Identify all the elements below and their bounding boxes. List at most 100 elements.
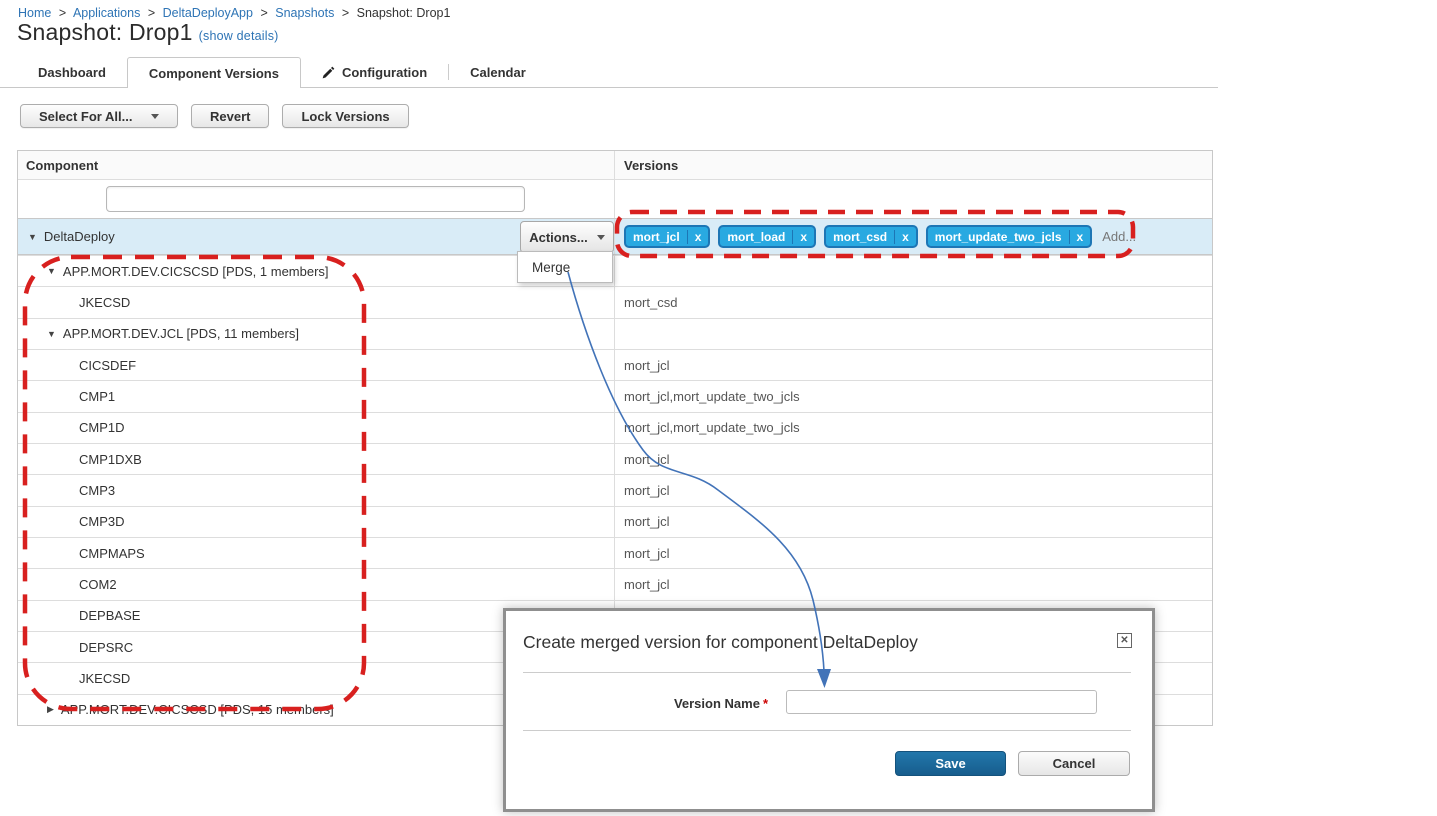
table-row[interactable]: CMP3 mort_jcl — [18, 474, 1212, 505]
table-row[interactable]: CMP3D mort_jcl — [18, 506, 1212, 537]
table-row[interactable]: CMP1DXB mort_jcl — [18, 443, 1212, 474]
table-row[interactable]: CMPMAPS mort_jcl — [18, 537, 1212, 568]
tab-label: Calendar — [470, 65, 526, 80]
collapse-icon[interactable] — [47, 266, 56, 276]
table-header-row: Component Versions — [18, 151, 1212, 179]
version-tag-label: mort_jcl — [626, 230, 687, 244]
chevron-down-icon — [151, 114, 159, 119]
component-label: CICSDEF — [79, 358, 136, 373]
versions-cell: mort_jcl — [614, 444, 1212, 474]
breadcrumb-current: Snapshot: Drop1 — [357, 6, 451, 20]
filter-row — [18, 179, 1212, 218]
versions-cell: mort_jcl,mort_update_two_jcls — [614, 413, 1212, 443]
tab-label: Dashboard — [38, 65, 106, 80]
tab-component-versions[interactable]: Component Versions — [127, 57, 301, 88]
versions-cell — [614, 319, 1212, 349]
component-label: APP.MORT.DEV.JCL [PDS, 11 members] — [63, 326, 299, 341]
version-name-field[interactable] — [786, 690, 1097, 714]
remove-version-icon[interactable]: x — [792, 230, 814, 244]
close-icon[interactable]: ✕ — [1117, 633, 1132, 648]
version-name-label: Version Name* — [523, 696, 768, 711]
versions-cell: mort_jcl — [614, 569, 1212, 599]
tab-calendar[interactable]: Calendar — [448, 57, 547, 87]
table-row-deltadeploy[interactable]: DeltaDeploy Actions... mort_jcl x mort_l… — [18, 218, 1212, 255]
divider — [523, 672, 1131, 673]
version-tag: mort_update_two_jcls x — [926, 225, 1092, 248]
table-row[interactable]: COM2 mort_jcl — [18, 568, 1212, 599]
breadcrumb-separator: > — [260, 6, 267, 20]
actions-label: Actions... — [529, 230, 588, 245]
versions-cell: mort_jcl,mort_update_two_jcls — [614, 381, 1212, 411]
version-tag-label: mort_load — [720, 230, 792, 244]
component-label: JKECSD — [79, 671, 130, 686]
snapshot-page: Home > Applications > DeltaDeployApp > S… — [0, 0, 1437, 816]
component-label: JKECSD — [79, 295, 130, 310]
component-label: APP.MORT.DEV.CICSCSD [PDS, 15 members] — [61, 702, 334, 717]
breadcrumb: Home > Applications > DeltaDeployApp > S… — [18, 6, 450, 20]
show-details-link[interactable]: (show details) — [199, 29, 279, 43]
version-tag: mort_csd x — [824, 225, 918, 248]
lock-versions-button[interactable]: Lock Versions — [282, 104, 408, 128]
lock-versions-label: Lock Versions — [301, 109, 389, 124]
version-tag: mort_load x — [718, 225, 816, 248]
versions-cell: mort_jcl — [614, 350, 1212, 380]
table-row[interactable]: CICSDEF mort_jcl — [18, 349, 1212, 380]
save-label: Save — [935, 756, 965, 771]
actions-button[interactable]: Actions... — [520, 221, 614, 253]
add-version-link[interactable]: Add... — [1102, 229, 1136, 244]
breadcrumb-snapshots[interactable]: Snapshots — [275, 6, 334, 20]
collapse-icon[interactable] — [47, 329, 56, 339]
component-label: CMP1 — [79, 389, 115, 404]
required-asterisk: * — [763, 696, 768, 711]
breadcrumb-home[interactable]: Home — [18, 6, 51, 20]
version-tag-label: mort_csd — [826, 230, 894, 244]
versions-cell: mort_csd — [614, 287, 1212, 317]
page-title: Snapshot: Drop1 (show details) — [17, 19, 279, 46]
table-row[interactable]: APP.MORT.DEV.CICSCSD [PDS, 1 members] — [18, 255, 1212, 286]
menu-item-label: Merge — [532, 260, 570, 275]
remove-version-icon[interactable]: x — [1069, 230, 1091, 244]
expand-icon[interactable] — [47, 704, 54, 715]
create-merged-version-dialog: Create merged version for component Delt… — [503, 608, 1155, 812]
breadcrumb-app[interactable]: DeltaDeployApp — [163, 6, 253, 20]
collapse-icon[interactable] — [28, 232, 37, 242]
component-label: CMP1DXB — [79, 452, 142, 467]
field-label-text: Version Name — [674, 696, 760, 711]
tab-dashboard[interactable]: Dashboard — [17, 57, 127, 87]
pencil-icon — [322, 66, 335, 79]
breadcrumb-applications[interactable]: Applications — [73, 6, 140, 20]
tab-configuration[interactable]: Configuration — [301, 57, 448, 87]
select-for-all-button[interactable]: Select For All... — [20, 104, 178, 128]
save-button[interactable]: Save — [895, 751, 1006, 776]
component-filter-input[interactable] — [106, 186, 525, 212]
table-row[interactable]: CMP1D mort_jcl,mort_update_two_jcls — [18, 412, 1212, 443]
component-label: CMP3 — [79, 483, 115, 498]
versions-cell: mort_jcl — [614, 538, 1212, 568]
table-row[interactable]: JKECSD mort_csd — [18, 286, 1212, 317]
table-row[interactable]: APP.MORT.DEV.JCL [PDS, 11 members] — [18, 318, 1212, 349]
toolbar: Select For All... Revert Lock Versions — [20, 104, 409, 128]
breadcrumb-separator: > — [148, 6, 155, 20]
component-label: APP.MORT.DEV.CICSCSD [PDS, 1 members] — [63, 264, 329, 279]
component-label: DEPBASE — [79, 608, 140, 623]
versions-cell: mort_jcl — [614, 507, 1212, 537]
tab-label: Component Versions — [149, 66, 279, 81]
select-for-all-label: Select For All... — [39, 109, 132, 124]
component-label: DEPSRC — [79, 640, 133, 655]
version-tag-label: mort_update_two_jcls — [928, 230, 1069, 244]
component-label: CMP3D — [79, 514, 125, 529]
menu-item-merge[interactable]: Merge — [517, 251, 613, 283]
breadcrumb-separator: > — [59, 6, 66, 20]
remove-version-icon[interactable]: x — [687, 230, 709, 244]
table-row[interactable]: CMP1 mort_jcl,mort_update_two_jcls — [18, 380, 1212, 411]
divider — [523, 730, 1131, 731]
tab-label: Configuration — [342, 65, 427, 80]
tab-bar: Dashboard Component Versions Configurati… — [0, 57, 1218, 88]
versions-cell: mort_jcl x mort_load x mort_csd x mort_u… — [614, 219, 1212, 254]
revert-button[interactable]: Revert — [191, 104, 269, 128]
dialog-title: Create merged version for component Delt… — [523, 632, 918, 653]
versions-cell — [614, 256, 1212, 286]
cancel-button[interactable]: Cancel — [1018, 751, 1130, 776]
remove-version-icon[interactable]: x — [894, 230, 916, 244]
page-title-text: Snapshot: Drop1 — [17, 19, 193, 45]
